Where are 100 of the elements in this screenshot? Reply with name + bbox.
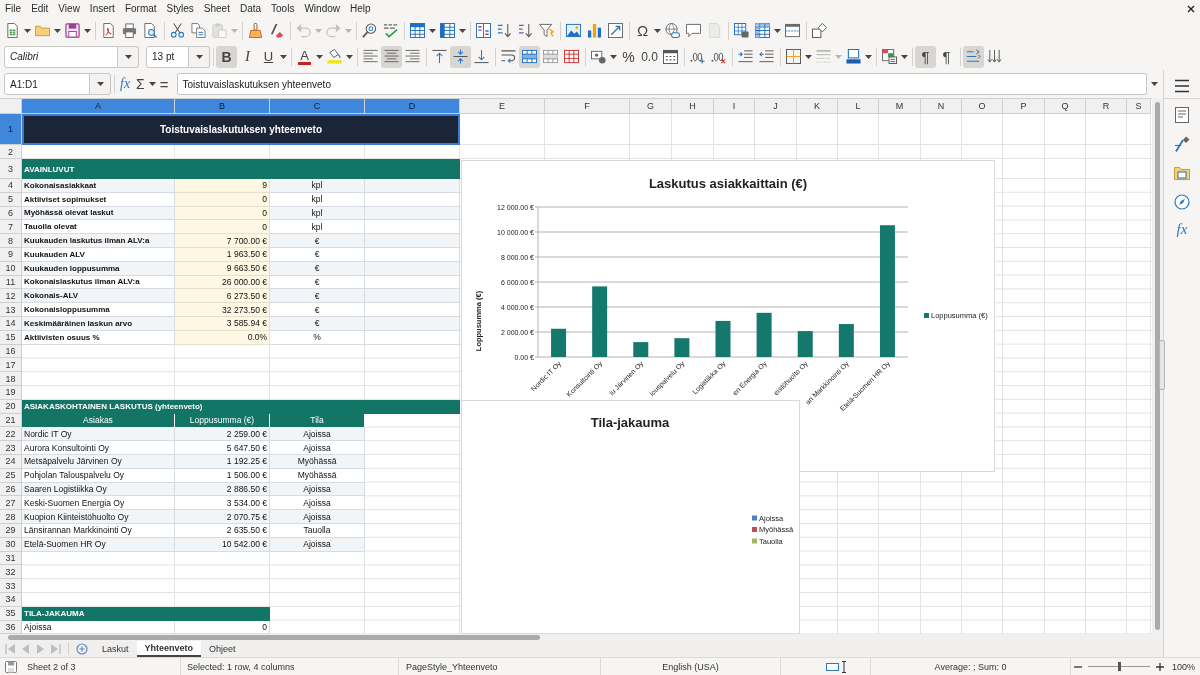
dropdown-button[interactable] [118,45,139,68]
column-header[interactable]: F [545,99,630,114]
caret-icon[interactable] [24,28,31,33]
name-box-field[interactable]: A1:D1 [4,73,90,95]
row-header[interactable]: 27 [0,496,22,511]
row-header[interactable]: 1 [0,114,22,145]
sheet-tab[interactable]: Ohjeet [201,641,244,657]
caret-icon[interactable] [901,54,908,59]
caret-icon[interactable] [654,28,661,33]
column-header[interactable]: Q [1045,99,1086,114]
row-header[interactable]: 22 [0,427,22,442]
column-header[interactable]: O [962,99,1003,114]
caret-icon[interactable] [865,54,872,59]
sum-button[interactable]: Σ [133,74,148,94]
scrollbar-track[interactable] [1152,98,1163,634]
column-header[interactable]: E [460,99,545,114]
column-header[interactable]: L [838,99,879,114]
column-header[interactable]: A [22,99,175,114]
special-character-button[interactable]: Ω [632,19,653,42]
menu-item[interactable]: File [0,1,27,17]
row-header[interactable]: 13 [0,303,22,317]
menu-item[interactable]: Tools [266,1,300,17]
row-header[interactable]: 4 [0,179,22,193]
caret-icon[interactable] [84,28,91,33]
center-vertically-button[interactable] [450,45,471,68]
row-header[interactable]: 8 [0,234,22,248]
zoom-percent-text[interactable]: 100% [1172,661,1196,672]
brush-icon[interactable] [1174,136,1190,152]
column-header[interactable]: P [1003,99,1045,114]
scrollbar-track[interactable] [0,634,1163,641]
compass-icon[interactable] [1174,194,1190,210]
dropdown-button[interactable] [189,45,210,68]
scrollbar-thumb[interactable] [1155,102,1160,630]
column-header[interactable]: I [714,99,755,114]
properties-icon[interactable] [1174,107,1190,123]
number-format-button[interactable]: 0.0 [639,45,660,68]
caret-icon[interactable] [429,28,436,33]
underline-button[interactable]: U [258,45,279,68]
percent-format-button[interactable]: % [618,45,639,68]
dropdown-button[interactable] [90,73,111,95]
menu-icon[interactable] [1174,78,1190,94]
merge-center-button[interactable] [519,45,540,68]
caret-icon[interactable] [280,54,287,59]
sheet-tab[interactable]: Yhteenveto [136,641,202,657]
caret-icon[interactable] [805,54,812,59]
column-header[interactable]: J [755,99,797,114]
row-header[interactable]: 28 [0,510,22,524]
plus-icon[interactable] [1156,662,1164,671]
caret-icon[interactable] [1151,82,1158,86]
column-header[interactable]: D [365,99,460,114]
horizontal-text-button[interactable] [963,45,984,68]
italic-button[interactable]: I [237,45,258,68]
caret-icon[interactable] [610,54,617,59]
column-header[interactable]: N [921,99,962,114]
menu-item[interactable]: Format [119,1,162,17]
caret-icon[interactable] [54,28,61,33]
column-header[interactable]: R [1086,99,1127,114]
zoom-slider-thumb[interactable] [1117,662,1121,671]
menu-item[interactable]: Styles [161,1,199,17]
scrollbar-thumb[interactable] [8,635,540,640]
font-color-button[interactable]: A [294,45,315,68]
row-header[interactable]: 33 [0,579,22,593]
menu-item[interactable]: View [53,1,85,17]
formula-button[interactable]: = [156,74,172,94]
column-header[interactable]: S [1127,99,1151,114]
function-wizard-button[interactable]: fx [117,74,134,94]
menu-item[interactable]: Edit [26,1,54,17]
left-to-right-button[interactable]: ¶ [915,45,936,68]
column-header[interactable]: K [797,99,838,114]
row-header[interactable]: 17 [0,358,22,373]
caret-icon[interactable] [316,54,323,59]
align-center-button[interactable] [381,45,402,68]
column-header[interactable]: B [175,99,270,114]
caret-icon[interactable] [346,54,353,59]
menu-item[interactable]: Sheet [198,1,235,17]
menu-item[interactable]: Help [345,1,376,17]
plus-circle-icon[interactable] [76,643,88,655]
row-header[interactable]: 32 [0,565,22,580]
row-header[interactable]: 2 [0,145,22,159]
font-size-field[interactable]: 13 pt [146,45,189,68]
bold-button[interactable]: B [216,45,237,68]
sheet-tab[interactable]: Laskut [94,641,137,657]
functions-deck-button[interactable]: fx [1176,221,1188,237]
column-header[interactable]: M [879,99,921,114]
column-header[interactable]: C [270,99,365,114]
row-header[interactable]: 18 [0,372,22,386]
caret-icon[interactable] [774,28,781,33]
row-header[interactable]: 3 [0,159,22,179]
caret-icon[interactable] [459,28,466,33]
font-name-field[interactable]: Calibri [4,45,118,68]
folder-picture-icon[interactable] [1174,165,1190,181]
sidebar-collapse-handle[interactable] [1159,340,1165,390]
row-header[interactable]: 12 [0,289,22,304]
column-header[interactable]: G [630,99,672,114]
close-icon[interactable] [1187,5,1195,13]
right-to-left-button[interactable]: ¶ [936,45,957,68]
caret-icon[interactable] [148,82,156,86]
column-header[interactable]: H [672,99,714,114]
row-header[interactable]: 7 [0,220,22,235]
menu-item[interactable]: Window [299,1,345,17]
